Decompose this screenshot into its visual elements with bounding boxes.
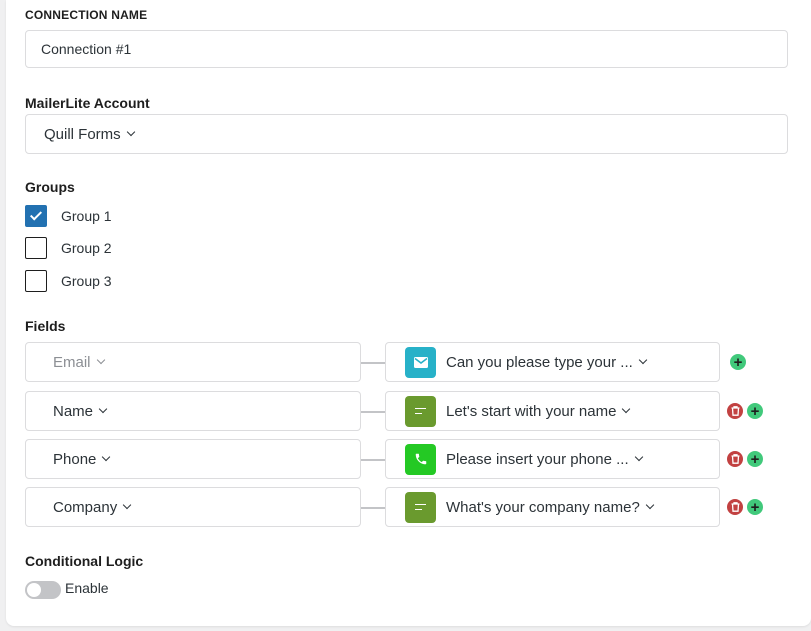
add-row-button[interactable]: + (747, 499, 763, 515)
chevron-down-icon (122, 500, 132, 510)
form-question-select[interactable]: Please insert your phone ... (385, 439, 720, 479)
groups-label: Groups (25, 179, 75, 195)
chevron-down-icon (98, 404, 108, 414)
connection-name-value: Connection #1 (41, 41, 132, 57)
add-row-button[interactable]: + (730, 354, 746, 370)
group-checkbox[interactable] (25, 270, 47, 292)
form-question-select[interactable]: Can you please type your ... (385, 342, 720, 382)
email-icon (405, 346, 436, 378)
chevron-down-icon (102, 452, 111, 462)
group-checkbox[interactable] (25, 205, 47, 227)
short-text-icon (405, 491, 436, 523)
conditional-logic-toggle[interactable] (25, 581, 61, 599)
mailerlite-field-select[interactable]: Company (25, 487, 361, 527)
toggle-knob (27, 583, 41, 597)
conditional-logic-enable-label: Enable (65, 580, 109, 596)
delete-row-button[interactable] (727, 499, 743, 515)
plus-icon: + (750, 498, 760, 516)
chevron-down-icon (638, 355, 648, 365)
phone-icon (405, 443, 436, 475)
mapping-connector (361, 459, 385, 461)
group-label: Group 3 (61, 273, 112, 289)
chevron-down-icon (622, 404, 631, 414)
form-question-select[interactable]: What's your company name? (385, 487, 720, 527)
add-row-button[interactable]: + (747, 403, 763, 419)
chevron-down-icon (126, 127, 135, 137)
add-row-button[interactable]: + (747, 451, 763, 467)
connection-name-input[interactable]: Connection #1 (25, 30, 788, 68)
mapping-connector (361, 507, 385, 509)
mailerlite-account-label: MailerLite Account (25, 95, 150, 111)
mapping-connector (361, 362, 385, 364)
plus-icon: + (750, 402, 760, 420)
mapping-connector (361, 411, 385, 413)
mailerlite-field-value: Email (53, 353, 91, 371)
mailerlite-field-select[interactable]: Name (25, 391, 361, 431)
account-select-value: Quill Forms (44, 125, 121, 143)
trash-icon (731, 454, 739, 464)
connection-name-label: CONNECTION NAME (25, 8, 148, 22)
connection-settings-panel (6, 0, 811, 626)
mailerlite-field-value: Name (53, 402, 94, 420)
mailerlite-field-value: Phone (53, 450, 97, 468)
checkmark-icon (29, 208, 43, 221)
trash-icon (731, 406, 739, 416)
delete-row-button[interactable] (727, 403, 743, 419)
plus-icon: + (733, 353, 743, 371)
mailerlite-field-select[interactable]: Phone (25, 439, 361, 479)
account-select[interactable]: Quill Forms (25, 114, 788, 154)
group-label: Group 1 (61, 208, 112, 224)
chevron-down-icon (96, 355, 105, 365)
form-question-value: What's your company name? (446, 498, 640, 516)
mailerlite-field-select[interactable]: Email (25, 342, 361, 382)
form-question-select[interactable]: Let's start with your name (385, 391, 720, 431)
chevron-down-icon (634, 452, 643, 462)
form-question-value: Please insert your phone ... (446, 450, 629, 468)
conditional-logic-label: Conditional Logic (25, 553, 144, 569)
mailerlite-field-value: Company (53, 498, 118, 516)
plus-icon: + (750, 450, 760, 468)
trash-icon (731, 502, 739, 512)
form-question-value: Let's start with your name (446, 402, 617, 420)
form-question-value: Can you please type your ... (446, 353, 633, 371)
chevron-down-icon (645, 500, 655, 510)
short-text-icon (405, 395, 436, 427)
fields-label: Fields (25, 318, 66, 334)
group-label: Group 2 (61, 240, 112, 256)
delete-row-button[interactable] (727, 451, 743, 467)
group-checkbox[interactable] (25, 237, 47, 259)
